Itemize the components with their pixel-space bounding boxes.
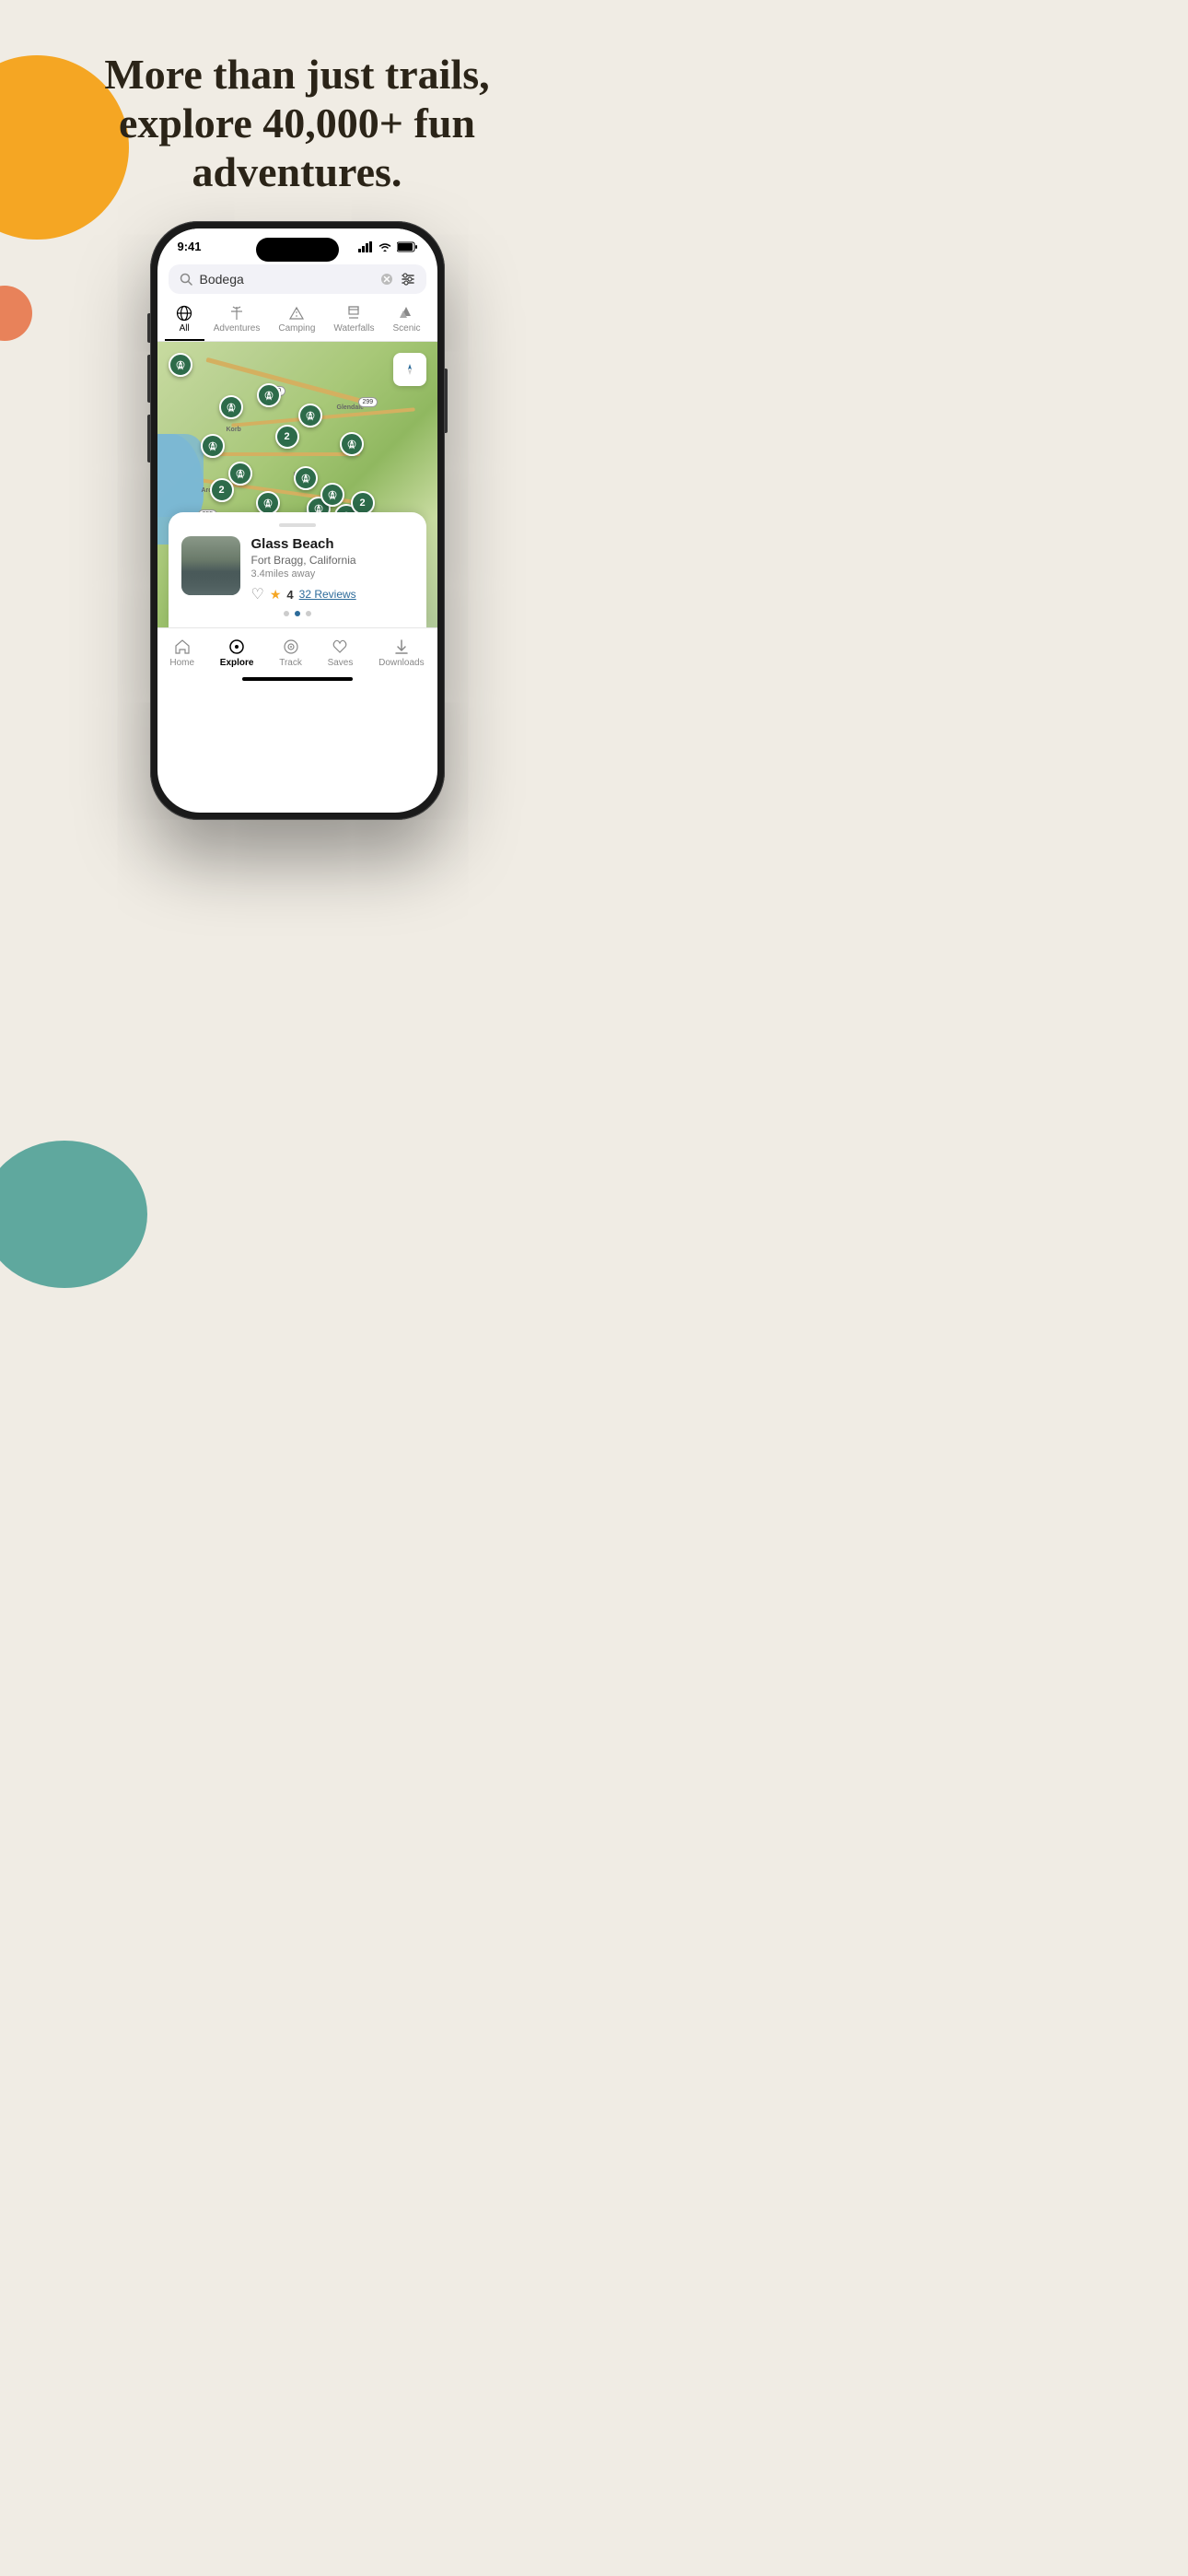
place-location: Fort Bragg, California [251,554,413,567]
adventures-icon [228,305,245,322]
volume-down-button [147,415,150,463]
phone-mockup: 9:41 [150,221,445,820]
place-distance: 3.4miles away [251,568,413,580]
signal-icon [358,241,373,252]
place-rating: ♡ ★ 4 32 Reviews [251,585,413,603]
mute-button [147,313,150,343]
rating-score: 4 [286,588,293,602]
star-icon: ★ [270,587,282,603]
phone-screen: 9:41 [157,228,437,813]
clear-icon[interactable] [380,273,393,286]
track-icon [282,638,300,656]
status-icons [358,241,417,252]
tab-scenic[interactable]: Scenic [383,301,429,341]
map-cluster-pin[interactable]: 2 [210,478,234,502]
saves-icon [331,638,349,656]
volume-up-button [147,355,150,403]
search-bar[interactable] [169,264,426,294]
map-pin[interactable] [320,483,344,507]
map-pin[interactable] [257,383,281,407]
phone-outer-frame: 9:41 [150,221,445,820]
map-cluster-pin[interactable]: 2 [275,425,299,449]
tab-adventures[interactable]: Adventures [204,301,270,341]
map-pin[interactable] [169,353,192,377]
map-pin[interactable] [228,462,252,486]
pagination-dots [181,611,413,616]
nav-saves-label: Saves [328,658,354,668]
filter-icon[interactable] [401,273,415,286]
place-name: Glass Beach [251,536,413,552]
nav-saves[interactable]: Saves [320,636,361,670]
nav-track-label: Track [279,658,302,668]
map-pin[interactable] [201,434,225,458]
battery-icon [397,241,417,252]
place-thumbnail [181,536,240,595]
nav-downloads-label: Downloads [379,658,424,668]
wifi-icon [378,241,392,252]
map-pin[interactable] [294,466,318,490]
compass-button[interactable] [393,353,426,386]
nav-home[interactable]: Home [162,636,202,670]
scenic-icon [398,305,414,322]
pagination-dot-2 [295,611,300,616]
map-pin[interactable] [340,432,364,456]
search-input[interactable] [200,272,373,287]
downloads-icon [392,638,411,656]
tab-camping[interactable]: Camping [269,301,324,341]
heart-icon[interactable]: ♡ [251,585,264,603]
map-pin[interactable] [219,395,243,419]
globe-icon [176,305,192,322]
tab-camping-label: Camping [278,323,315,334]
explore-icon [227,638,246,656]
blob-teal-decoration [0,1141,147,1288]
bottom-nav: Home Explore Track [157,627,437,673]
review-link[interactable]: 32 Reviews [299,588,356,601]
home-icon [173,638,192,656]
tab-scenic-label: Scenic [392,323,420,334]
nav-home-label: Home [169,658,194,668]
pagination-dot-3 [306,611,311,616]
place-card-content: Glass Beach Fort Bragg, California 3.4mi… [181,536,413,603]
camping-icon [288,305,305,322]
headline-section: More than just trails, explore 40,000+ f… [0,51,594,197]
tab-all[interactable]: All [165,301,204,341]
tab-all-label: All [180,323,190,334]
nav-explore-label: Explore [220,658,254,668]
place-info: Glass Beach Fort Bragg, California 3.4mi… [251,536,413,603]
map-view[interactable]: Korb Glendale Arcata Sunny Bra 200 299 2… [157,342,437,627]
power-button [445,369,448,433]
pagination-dot-1 [284,611,289,616]
nav-explore[interactable]: Explore [213,636,262,670]
category-tabs: All Adventures Camping [157,294,437,342]
place-card[interactable]: Glass Beach Fort Bragg, California 3.4mi… [169,512,426,627]
headline-text: More than just trails, explore 40,000+ f… [28,51,566,197]
compass-icon [402,362,417,377]
blob-orange-small-decoration [0,286,32,341]
tab-adventures-label: Adventures [214,323,261,334]
tab-waterfalls-label: Waterfalls [333,323,374,334]
dynamic-island [256,238,339,262]
map-pin[interactable] [298,404,322,427]
nav-track[interactable]: Track [272,636,309,670]
tab-waterfalls[interactable]: Waterfalls [324,301,383,341]
nav-downloads[interactable]: Downloads [371,636,431,670]
home-indicator [242,677,353,681]
drag-handle [279,523,316,527]
waterfalls-icon [345,305,362,322]
search-icon [180,273,192,286]
status-time: 9:41 [178,240,202,253]
